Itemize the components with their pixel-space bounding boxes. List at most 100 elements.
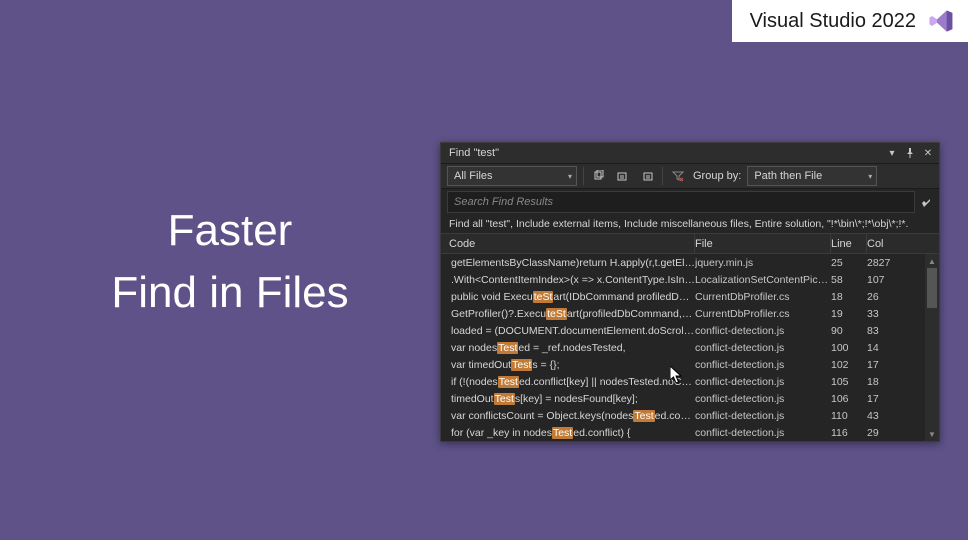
result-line: 100 <box>831 342 867 354</box>
result-code: for (var _key in nodesTested.conflict) { <box>441 427 695 439</box>
slide-headline: Faster Find in Files <box>60 200 400 323</box>
match-highlight: Test <box>633 410 654 422</box>
result-code: var nodesTested = _ref.nodesTested, <box>441 342 695 354</box>
toolbar-separator <box>662 167 663 185</box>
result-row[interactable]: for (var _key in nodesTested.conflict) {… <box>441 424 939 441</box>
result-file: jquery.min.js <box>695 257 831 269</box>
match-highlight: teSt <box>533 291 554 303</box>
result-line: 106 <box>831 393 867 405</box>
result-file: conflict-detection.js <box>695 410 831 422</box>
vs-badge: Visual Studio 2022 <box>732 0 968 42</box>
result-file: conflict-detection.js <box>695 376 831 388</box>
next-result-icon[interactable] <box>638 167 656 185</box>
match-highlight: teSt <box>546 308 567 320</box>
toolbar-separator <box>583 167 584 185</box>
close-icon[interactable]: ✕ <box>921 146 935 160</box>
result-code: timedOutTests[key] = nodesFound[key]; <box>441 393 695 405</box>
result-row[interactable]: var nodesTested = _ref.nodesTested,confl… <box>441 339 939 356</box>
result-code: getElementsByClassName)return H.apply(r,… <box>441 257 695 269</box>
result-row[interactable]: GetProfiler()?.ExecuteStart(profiledDbCo… <box>441 305 939 322</box>
result-code: loaded = (DOCUMENT.documentElement.doScr… <box>441 325 695 337</box>
match-highlight: Test <box>497 342 518 354</box>
result-row[interactable]: var timedOutTests = {};conflict-detectio… <box>441 356 939 373</box>
scroll-down-icon[interactable]: ▼ <box>925 427 939 441</box>
result-col: 26 <box>867 291 903 303</box>
result-code: .With<ContentItemIndex>(x => x.ContentTy… <box>441 274 695 286</box>
result-code: var timedOutTests = {}; <box>441 359 695 371</box>
result-col: 33 <box>867 308 903 320</box>
result-col: 43 <box>867 410 903 422</box>
vs-badge-text: Visual Studio 2022 <box>750 10 916 33</box>
window-title: Find "test" <box>449 147 881 159</box>
result-row[interactable]: timedOutTests[key] = nodesFound[key];con… <box>441 390 939 407</box>
result-file: LocalizationSetContentPic… <box>695 274 831 286</box>
column-col[interactable]: Col <box>867 234 903 253</box>
result-col: 29 <box>867 427 903 439</box>
results-list: getElementsByClassName)return H.apply(r,… <box>441 254 939 441</box>
result-row[interactable]: if (!(nodesTested.conflict[key] || nodes… <box>441 373 939 390</box>
result-row[interactable]: public void ExecuteStart(IDbCommand prof… <box>441 288 939 305</box>
result-file: conflict-detection.js <box>695 359 831 371</box>
result-line: 116 <box>831 427 867 439</box>
results-header: Code File Line Col <box>441 234 939 254</box>
window-titlebar[interactable]: Find "test" ▾ ✕ <box>441 143 939 163</box>
headline-line1: Faster <box>60 200 400 262</box>
result-file: CurrentDbProfiler.cs <box>695 291 831 303</box>
result-file: CurrentDbProfiler.cs <box>695 308 831 320</box>
match-highlight: Test <box>511 359 532 371</box>
match-highlight: Test <box>498 376 519 388</box>
find-toolbar: All Files Group by: Path then File <box>441 163 939 189</box>
headline-line2: Find in Files <box>60 262 400 324</box>
group-by-select[interactable]: Path then File <box>747 166 877 186</box>
prev-result-icon[interactable] <box>614 167 632 185</box>
result-col: 18 <box>867 376 903 388</box>
column-line[interactable]: Line <box>831 234 867 253</box>
result-code: var conflictsCount = Object.keys(nodesTe… <box>441 410 695 422</box>
filter-select[interactable]: All Files <box>447 166 577 186</box>
filter-select-value: All Files <box>454 170 493 182</box>
group-by-label: Group by: <box>693 170 741 182</box>
scroll-thumb[interactable] <box>927 268 937 308</box>
visual-studio-icon <box>928 8 954 34</box>
find-results-window: Find "test" ▾ ✕ All Files Group by: Path… <box>440 142 940 442</box>
window-menu-icon[interactable]: ▾ <box>885 146 899 160</box>
match-highlight: Test <box>494 393 515 405</box>
pin-icon[interactable] <box>903 146 917 160</box>
result-line: 110 <box>831 410 867 422</box>
result-line: 19 <box>831 308 867 320</box>
result-line: 90 <box>831 325 867 337</box>
result-file: conflict-detection.js <box>695 325 831 337</box>
search-placeholder: Search Find Results <box>454 196 553 208</box>
scroll-track[interactable] <box>925 268 939 427</box>
result-col: 17 <box>867 359 903 371</box>
result-col: 107 <box>867 274 903 286</box>
result-row[interactable]: loaded = (DOCUMENT.documentElement.doScr… <box>441 322 939 339</box>
clear-filter-icon[interactable] <box>669 167 687 185</box>
search-find-results-input[interactable]: Search Find Results <box>447 191 915 213</box>
result-line: 102 <box>831 359 867 371</box>
result-row[interactable]: .With<ContentItemIndex>(x => x.ContentTy… <box>441 271 939 288</box>
scrollbar[interactable]: ▲ ▼ <box>925 254 939 441</box>
result-file: conflict-detection.js <box>695 342 831 354</box>
result-col: 17 <box>867 393 903 405</box>
result-line: 18 <box>831 291 867 303</box>
result-row[interactable]: getElementsByClassName)return H.apply(r,… <box>441 254 939 271</box>
column-code[interactable]: Code <box>441 234 695 253</box>
result-code: public void ExecuteStart(IDbCommand prof… <box>441 291 695 303</box>
scroll-up-icon[interactable]: ▲ <box>925 254 939 268</box>
column-file[interactable]: File <box>695 234 831 253</box>
result-file: conflict-detection.js <box>695 427 831 439</box>
result-row[interactable]: var conflictsCount = Object.keys(nodesTe… <box>441 407 939 424</box>
result-line: 105 <box>831 376 867 388</box>
result-file: conflict-detection.js <box>695 393 831 405</box>
copy-icon[interactable] <box>590 167 608 185</box>
result-line: 58 <box>831 274 867 286</box>
settings-icon[interactable] <box>918 195 934 211</box>
group-by-value: Path then File <box>754 170 822 182</box>
result-col: 14 <box>867 342 903 354</box>
find-summary: Find all "test", Include external items,… <box>441 215 939 234</box>
match-highlight: Test <box>552 427 573 439</box>
result-line: 25 <box>831 257 867 269</box>
result-col: 83 <box>867 325 903 337</box>
result-col: 2827 <box>867 257 903 269</box>
